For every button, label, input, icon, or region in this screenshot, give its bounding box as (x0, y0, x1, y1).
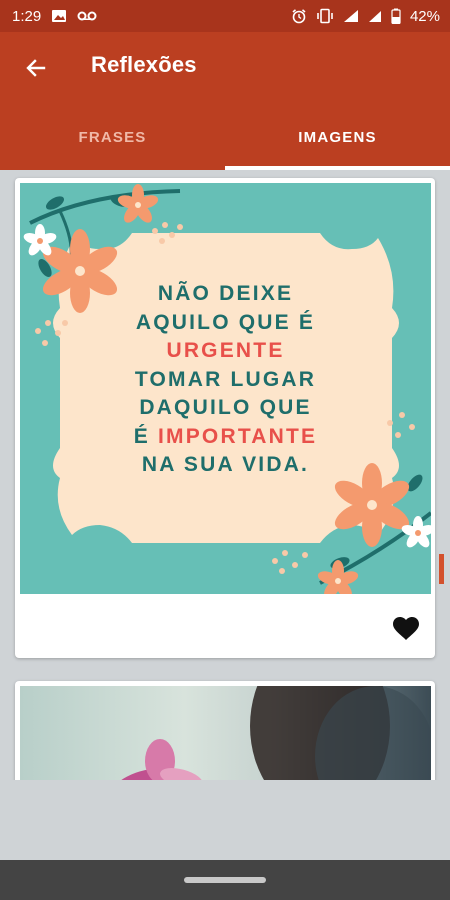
status-time: 1:29 (12, 7, 42, 25)
tab-frases[interactable]: FRASES (0, 104, 225, 170)
scrollbar-thumb[interactable] (439, 554, 444, 584)
image-card[interactable] (15, 681, 435, 780)
quote-image[interactable]: NÃO DEIXE AQUILO QUE É URGENTE TOMAR LUG… (20, 183, 431, 594)
quote-highlight: URGENTE (166, 339, 285, 362)
arrow-back-icon (26, 59, 46, 77)
tab-bar: FRASES IMAGENS (0, 104, 450, 170)
navigation-bar (0, 860, 450, 900)
signal-icon (368, 8, 382, 24)
quote-line: TOMAR LUGAR (134, 367, 317, 391)
quote-line: AQUILO QUE É (135, 310, 316, 334)
image-list[interactable]: NÃO DEIXE AQUILO QUE É URGENTE TOMAR LUG… (0, 170, 450, 780)
voicemail-icon (77, 10, 97, 22)
heart-icon (393, 617, 419, 640)
tab-imagens[interactable]: IMAGENS (225, 104, 450, 170)
quote-line: É IMPORTANTE (20, 423, 431, 452)
page-title: Reflexões (91, 52, 197, 77)
vibrate-icon (316, 8, 334, 24)
photo-image[interactable] (20, 686, 431, 780)
quote-highlight: IMPORTANTE (157, 424, 318, 448)
image-card[interactable]: NÃO DEIXE AQUILO QUE É URGENTE TOMAR LUG… (15, 178, 435, 658)
back-button[interactable] (18, 50, 54, 86)
quote-line-prefix: É (133, 424, 158, 448)
quote-line: DAQUILO QUE (139, 396, 312, 419)
image-icon (51, 8, 67, 24)
status-bar: 1:29 42% (0, 0, 450, 32)
wifi-icon (343, 8, 359, 24)
battery-percent: 42% (409, 7, 440, 25)
quote-line: NÃO DEIXE (157, 282, 294, 305)
battery-icon (391, 8, 401, 24)
quote-text: NÃO DEIXE AQUILO QUE É URGENTE TOMAR LUG… (20, 280, 431, 480)
quote-line: NA SUA VIDA. (141, 453, 310, 476)
alarm-icon (291, 8, 307, 24)
home-gesture-handle[interactable] (184, 877, 266, 883)
like-button[interactable] (391, 614, 421, 644)
app-bar: Reflexões (0, 32, 450, 104)
